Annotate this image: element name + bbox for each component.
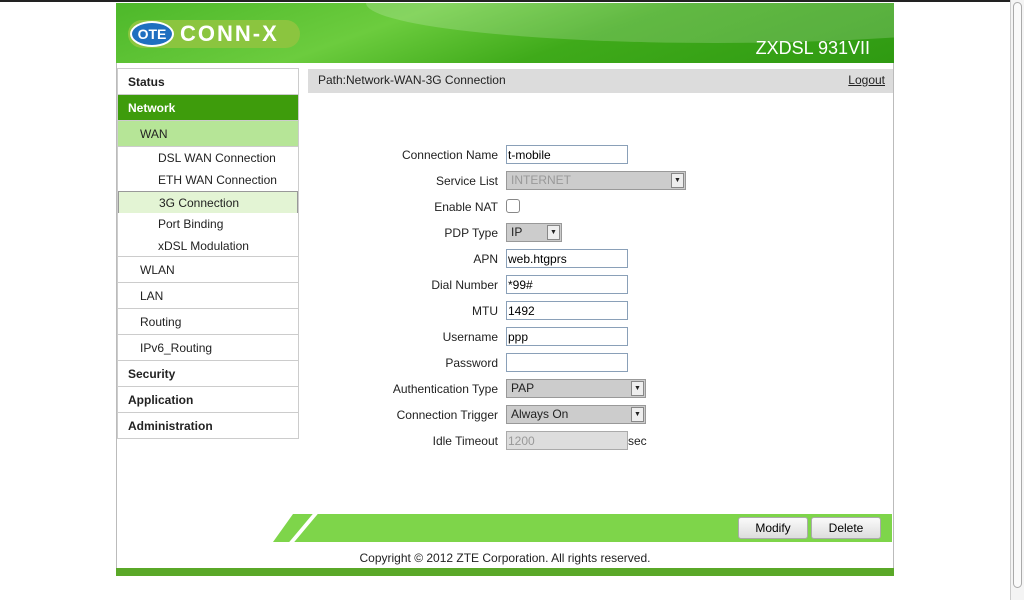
mtu-input[interactable] — [506, 301, 628, 320]
chevron-down-icon: ▼ — [671, 173, 684, 188]
logo-ote: OTE — [130, 21, 174, 47]
enable-nat-checkbox[interactable] — [506, 199, 520, 213]
header-swoosh — [366, 3, 894, 43]
bar-stripe — [289, 514, 318, 542]
sidebar-item-lan[interactable]: LAN — [118, 283, 298, 309]
brand-logo: OTE CONN-X — [128, 20, 300, 48]
breadcrumb-text: Path:Network-WAN-3G Connection — [318, 73, 506, 87]
pdp-type-label: PDP Type — [444, 226, 498, 240]
sidebar-item-eth-wan[interactable]: ETH WAN Connection — [118, 169, 298, 191]
chevron-down-icon: ▼ — [631, 407, 644, 422]
sidebar-item-wlan[interactable]: WLAN — [118, 257, 298, 283]
chevron-down-icon: ▼ — [631, 381, 644, 396]
connection-trigger-value: Always On — [511, 407, 569, 421]
sidebar-item-3g-connection[interactable]: 3G Connection — [118, 191, 298, 213]
auth-type-select[interactable]: PAP ▼ — [506, 379, 646, 398]
idle-timeout-unit: sec — [628, 434, 647, 448]
row-username: Username — [308, 327, 808, 347]
sidebar-nav: Status Network WAN DSL WAN Connection ET… — [117, 68, 299, 439]
page-scrollbar[interactable] — [1010, 0, 1024, 600]
row-connection-trigger: Connection Trigger Always On ▼ — [308, 405, 808, 425]
row-dial-number: Dial Number — [308, 275, 808, 295]
device-model: ZXDSL 931VII — [755, 38, 870, 58]
sidebar-item-wan[interactable]: WAN — [118, 121, 298, 147]
chevron-down-icon: ▼ — [547, 225, 560, 240]
row-enable-nat: Enable NAT — [308, 197, 808, 217]
sidebar-item-dsl-wan[interactable]: DSL WAN Connection — [118, 147, 298, 169]
idle-timeout-label: Idle Timeout — [432, 434, 498, 448]
row-pdp-type: PDP Type IP ▼ — [308, 223, 808, 243]
apn-label: APN — [473, 252, 498, 266]
connection-trigger-select[interactable]: Always On ▼ — [506, 405, 646, 424]
copyright-text: Copyright © 2012 ZTE Corporation. All ri… — [359, 551, 651, 565]
sidebar-item-administration[interactable]: Administration — [118, 413, 298, 439]
sidebar-item-ipv6-routing[interactable]: IPv6_Routing — [118, 335, 298, 361]
row-mtu: MTU — [308, 301, 808, 321]
password-input[interactable] — [506, 353, 628, 372]
row-password: Password — [308, 353, 808, 373]
connection-trigger-label: Connection Trigger — [396, 408, 498, 422]
service-list-select[interactable]: INTERNET ▼ — [506, 171, 686, 190]
row-apn: APN — [308, 249, 808, 269]
header-banner: OTE CONN-X ZXDSL 931VII — [116, 3, 894, 63]
dial-number-label: Dial Number — [431, 278, 498, 292]
sidebar-item-application[interactable]: Application — [118, 387, 298, 413]
sidebar-item-port-binding[interactable]: Port Binding — [118, 213, 298, 235]
scrollbar-thumb[interactable] — [1013, 2, 1022, 588]
sidebar-item-xdsl-modulation[interactable]: xDSL Modulation — [118, 235, 298, 257]
row-idle-timeout: Idle Timeout sec — [308, 431, 808, 451]
row-service-list: Service List INTERNET ▼ — [308, 171, 808, 191]
password-label: Password — [445, 356, 498, 370]
connection-name-input[interactable] — [506, 145, 628, 164]
apn-input[interactable] — [506, 249, 628, 268]
logout-link[interactable]: Logout — [848, 69, 885, 91]
row-connection-name: Connection Name — [308, 145, 808, 165]
delete-button[interactable]: Delete — [811, 517, 881, 539]
footer-bar — [116, 568, 894, 576]
sidebar-item-routing[interactable]: Routing — [118, 309, 298, 335]
auth-type-label: Authentication Type — [392, 382, 498, 396]
service-list-value: INTERNET — [511, 173, 571, 187]
row-auth-type: Authentication Type PAP ▼ — [308, 379, 808, 399]
modify-button[interactable]: Modify — [738, 517, 808, 539]
pdp-type-select[interactable]: IP ▼ — [506, 223, 562, 242]
dial-number-input[interactable] — [506, 275, 628, 294]
username-input[interactable] — [506, 327, 628, 346]
idle-timeout-input[interactable] — [506, 431, 628, 450]
pdp-type-value: IP — [511, 225, 523, 239]
mtu-label: MTU — [472, 304, 498, 318]
enable-nat-label: Enable NAT — [434, 200, 498, 214]
sidebar-item-security[interactable]: Security — [118, 361, 298, 387]
sidebar-item-network[interactable]: Network — [118, 95, 298, 121]
logo-text: CONN-X — [180, 21, 279, 46]
auth-type-value: PAP — [511, 381, 535, 395]
connection-name-label: Connection Name — [401, 148, 498, 162]
breadcrumb: Path:Network-WAN-3G Connection Logout — [308, 69, 893, 93]
username-label: Username — [442, 330, 498, 344]
sidebar-item-status[interactable]: Status — [118, 69, 298, 95]
service-list-label: Service List — [435, 174, 498, 188]
top-border — [0, 0, 1010, 2]
